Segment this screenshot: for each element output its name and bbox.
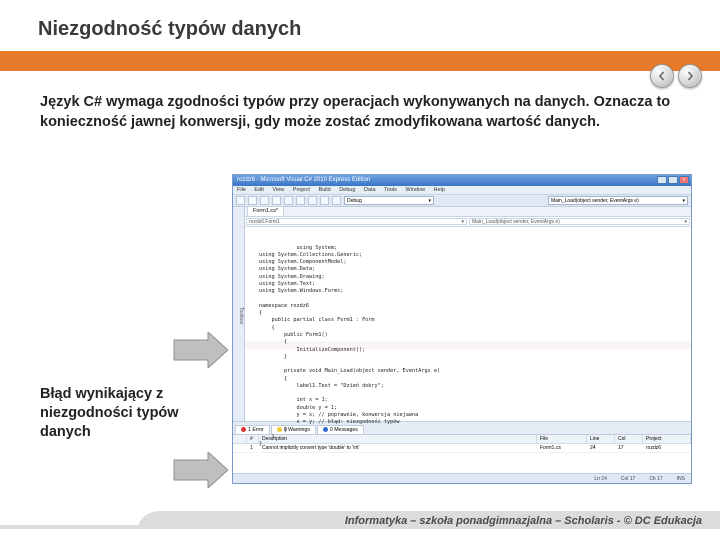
arrow-to-code bbox=[172, 332, 228, 368]
footer-text: Informatyka – szkoła ponadgimnazjalna – … bbox=[345, 515, 702, 527]
status-bar: Ln 24 Col 17 Ch 17 INS bbox=[233, 473, 691, 483]
code-editor: Form1.cs* rozdz6.Form1▾ Main_Load(object… bbox=[245, 207, 691, 421]
ide-window: rozdz6 - Microsoft Visual C# 2010 Expres… bbox=[232, 174, 692, 484]
toolbar-button[interactable] bbox=[332, 196, 341, 205]
prev-button[interactable] bbox=[650, 64, 674, 88]
ide-titlebar: rozdz6 - Microsoft Visual C# 2010 Expres… bbox=[233, 175, 691, 186]
tab-form1[interactable]: Form1.cs* bbox=[247, 206, 284, 216]
ide-title-text: rozdz6 - Microsoft Visual C# 2010 Expres… bbox=[237, 177, 370, 184]
toolbar-button[interactable] bbox=[272, 196, 281, 205]
ide-menubar[interactable]: File Edit View Project Build Debug Data … bbox=[233, 186, 691, 195]
class-dropdown[interactable]: rozdz6.Form1▾ bbox=[246, 218, 467, 225]
menu-help[interactable]: Help bbox=[433, 187, 444, 193]
menu-edit[interactable]: Edit bbox=[254, 187, 263, 193]
title-area: Niezgodność typów danych bbox=[0, 0, 720, 41]
body-paragraph: Język C# wymaga zgodności typów przy ope… bbox=[0, 71, 720, 132]
close-button[interactable]: × bbox=[679, 176, 689, 184]
slide-title: Niezgodność typów danych bbox=[38, 18, 720, 41]
toolbar-button[interactable] bbox=[236, 196, 245, 205]
ide-main-area: Toolbox Form1.cs* rozdz6.Form1▾ Main_Loa… bbox=[233, 207, 691, 421]
minimize-button[interactable]: _ bbox=[657, 176, 667, 184]
toolbar-button[interactable] bbox=[308, 196, 317, 205]
arrow-to-errorlist bbox=[172, 452, 228, 488]
accent-bar bbox=[0, 51, 720, 71]
toolbar-button[interactable] bbox=[320, 196, 329, 205]
slide-footer: Informatyka – szkoła ponadgimnazjalna – … bbox=[0, 506, 720, 540]
menu-build[interactable]: Build bbox=[318, 187, 330, 193]
menu-window[interactable]: Window bbox=[405, 187, 425, 193]
config-value: Debug bbox=[347, 198, 362, 204]
status-col: Col 17 bbox=[621, 476, 635, 482]
chevron-left-icon bbox=[657, 71, 667, 81]
code-text[interactable]: using System; using System.Collections.G… bbox=[245, 227, 691, 459]
status-ins: INS bbox=[677, 476, 685, 482]
solution-dropdown[interactable]: Main_Load(object sender, EventArgs e)▾ bbox=[548, 196, 688, 205]
menu-view[interactable]: View bbox=[272, 187, 284, 193]
ide-screenshot: rozdz6 - Microsoft Visual C# 2010 Expres… bbox=[232, 174, 692, 484]
code-nav: rozdz6.Form1▾ Main_Load(object sender, E… bbox=[245, 217, 691, 227]
error-highlight bbox=[245, 341, 691, 349]
menu-file[interactable]: File bbox=[237, 187, 246, 193]
ide-toolbar: Debug▾ Main_Load(object sender, EventArg… bbox=[233, 195, 691, 207]
nav-buttons bbox=[650, 64, 702, 88]
window-controls: _ □ × bbox=[657, 176, 689, 184]
menu-debug[interactable]: Debug bbox=[339, 187, 355, 193]
toolbox-panel[interactable]: Toolbox bbox=[233, 207, 245, 421]
status-line: Ln 24 bbox=[594, 476, 607, 482]
toolbar-button[interactable] bbox=[260, 196, 269, 205]
menu-data[interactable]: Data bbox=[364, 187, 376, 193]
slide: Niezgodność typów danych Język C# wymaga… bbox=[0, 0, 720, 540]
toolbar-button[interactable] bbox=[284, 196, 293, 205]
maximize-button[interactable]: □ bbox=[668, 176, 678, 184]
next-button[interactable] bbox=[678, 64, 702, 88]
chevron-right-icon bbox=[685, 71, 695, 81]
editor-tabs: Form1.cs* bbox=[245, 207, 691, 217]
menu-tools[interactable]: Tools bbox=[384, 187, 397, 193]
callout-error-text: Błąd wynikający z niezgodności typów dan… bbox=[40, 385, 220, 442]
config-dropdown[interactable]: Debug▾ bbox=[344, 196, 434, 205]
toolbar-button[interactable] bbox=[248, 196, 257, 205]
solution-value: Main_Load(object sender, EventArgs e) bbox=[551, 198, 639, 204]
toolbar-button[interactable] bbox=[296, 196, 305, 205]
member-dropdown[interactable]: Main_Load(object sender, EventArgs e)▾ bbox=[469, 218, 690, 225]
status-ch: Ch 17 bbox=[649, 476, 662, 482]
menu-project[interactable]: Project bbox=[293, 187, 310, 193]
